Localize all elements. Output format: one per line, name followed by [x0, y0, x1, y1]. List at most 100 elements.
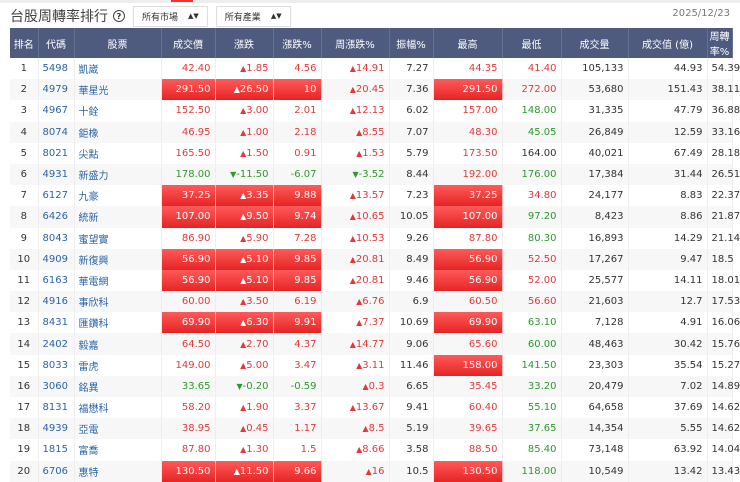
- market-select[interactable]: 所有市場 ▲▼: [133, 5, 208, 27]
- cell-code[interactable]: 8431: [38, 312, 75, 334]
- cell-code[interactable]: 6163: [38, 269, 75, 292]
- cell-stock[interactable]: 統新: [74, 206, 162, 228]
- cell-code[interactable]: 4931: [38, 163, 75, 186]
- cell-stock[interactable]: 事欣科: [74, 291, 162, 313]
- cell-code[interactable]: 6127: [38, 185, 75, 207]
- cell-price: 178.00: [161, 163, 216, 186]
- cell-value: 6163: [42, 274, 68, 286]
- cell-stock[interactable]: 富喬: [74, 439, 162, 461]
- column-header-turnover[interactable]: 周轉率%: [707, 28, 733, 58]
- cell-stock[interactable]: 華電網: [74, 269, 162, 292]
- table-row[interactable]: 5 8021 尖點 165.50 ▲1.50 0.91 ▲1.53 5.79 173.50 164…: [10, 142, 740, 164]
- cell-stock[interactable]: 九豪: [74, 185, 162, 207]
- cell-rank: 17: [10, 397, 39, 419]
- cell-value: 8033: [42, 359, 68, 371]
- cell-code[interactable]: 1815: [38, 439, 75, 461]
- table-row[interactable]: 17 8131 福懋科 58.20 ▲1.90 3.37 ▲13.67 9.41 60.40 55…: [10, 397, 740, 419]
- cell-stock[interactable]: 十銓: [74, 100, 162, 122]
- table-row[interactable]: 7 6127 九豪 37.25 ▲3.35 9.88 ▲13.57 7.23 37.25 34.8…: [10, 185, 740, 207]
- cell-value: 1.53: [362, 147, 385, 159]
- table-row[interactable]: 14 2402 毅嘉 64.50 ▲2.70 4.37 ▲14.77 9.06 65.60 60.…: [10, 333, 740, 355]
- column-header-change-pct[interactable]: 漲跌%: [273, 28, 322, 58]
- cell-stock[interactable]: 惠特: [74, 460, 162, 482]
- cell-code[interactable]: 8043: [38, 227, 75, 249]
- help-icon[interactable]: ?: [113, 10, 125, 22]
- cell-stock[interactable]: 凱崴: [74, 58, 162, 80]
- cell-price: 64.50: [161, 333, 216, 355]
- cell-code[interactable]: 3060: [38, 375, 75, 397]
- cell-stock[interactable]: 匯鑽科: [74, 312, 162, 334]
- cell-rank: 15: [10, 354, 39, 376]
- cell-value: 9.06: [406, 338, 429, 350]
- cell-code[interactable]: 8021: [38, 142, 75, 164]
- table-row[interactable]: 4 8074 鉅橡 46.95 ▲1.00 2.18 ▲8.55 7.07 48.30 45.05…: [10, 121, 740, 143]
- cell-stock[interactable]: 新盛力: [74, 163, 162, 186]
- cell-stock[interactable]: 尖點: [74, 142, 162, 164]
- cell-code[interactable]: 8033: [38, 354, 75, 376]
- cell-weekly-change-pct: ▲16: [321, 460, 390, 482]
- cell-high: 56.90: [433, 248, 503, 270]
- table-row[interactable]: 1 5498 凱崴 42.40 ▲1.85 4.56 ▲14.91 7.27 44.35 41.4…: [10, 58, 740, 80]
- column-header-weekly-change-pct[interactable]: 周漲跌%: [321, 28, 390, 58]
- table-row[interactable]: 15 8033 雷虎 149.00 ▲5.00 3.47 ▲3.11 11.46 158.00 1…: [10, 354, 740, 376]
- cell-value: 21.87: [711, 211, 740, 223]
- cell-code[interactable]: 4967: [38, 100, 75, 122]
- cell-code[interactable]: 6426: [38, 206, 75, 228]
- cell-code[interactable]: 4909: [38, 248, 75, 270]
- table-row[interactable]: 6 4931 新盛力 178.00 ▼-11.50 -6.07 ▼-3.52 8.44 192.…: [10, 163, 740, 186]
- cell-code[interactable]: 6706: [38, 460, 75, 482]
- cell-stock[interactable]: 福懋科: [74, 397, 162, 419]
- column-header-low[interactable]: 最低: [502, 28, 562, 58]
- table-row[interactable]: 18 4939 亞電 38.95 ▲0.45 1.17 ▲8.5 5.19 39.65 37.65…: [10, 418, 740, 440]
- cell-stock[interactable]: 亞電: [74, 418, 162, 440]
- cell-code[interactable]: 5498: [38, 58, 75, 80]
- cell-code[interactable]: 8131: [38, 397, 75, 419]
- table-row[interactable]: 11 6163 華電網 56.90 ▲5.10 9.85 ▲20.81 9.46 56.90 52…: [10, 269, 740, 292]
- table-row[interactable]: 9 8043 蜜望實 86.90 ▲5.90 7.28 ▲10.53 9.26 87.80 80.…: [10, 227, 740, 249]
- cell-rank: 11: [10, 269, 39, 292]
- table-row[interactable]: 8 6426 統新 107.00 ▲9.50 9.74 ▲10.65 10.05 107.00 9…: [10, 206, 740, 228]
- column-header-stock[interactable]: 股票: [74, 28, 162, 58]
- cell-code[interactable]: 4979: [38, 79, 75, 101]
- table-row[interactable]: 2 4979 華星光 291.50 ▲26.50 10 ▲20.45 7.36 291.50 27…: [10, 79, 740, 101]
- cell-stock[interactable]: 華星光: [74, 79, 162, 101]
- column-header-change[interactable]: 漲跌: [215, 28, 274, 58]
- cell-value: 8021: [42, 147, 68, 159]
- industry-select[interactable]: 所有產業 ▲▼: [215, 5, 291, 27]
- cell-code[interactable]: 2402: [38, 333, 75, 355]
- cell-value: 148.00: [521, 105, 557, 117]
- cell-code[interactable]: 4939: [38, 418, 75, 440]
- table-row[interactable]: 13 8431 匯鑽科 69.90 ▲6.30 9.91 ▲7.37 10.69 69.90 63…: [10, 312, 740, 334]
- cell-stock[interactable]: 鉅橡: [74, 121, 162, 143]
- cell-value: 14.11: [673, 274, 703, 286]
- column-header-value[interactable]: 成交值 (億): [628, 28, 708, 58]
- cell-rank: 16: [10, 375, 39, 397]
- cell-code[interactable]: 4916: [38, 291, 75, 313]
- cell-stock[interactable]: 毅嘉: [74, 333, 162, 355]
- table-row[interactable]: 12 4916 事欣科 60.00 ▲3.50 6.19 ▲6.76 6.9 60.50 56.6…: [10, 291, 740, 313]
- cell-low: 60.00: [502, 333, 562, 355]
- cell-amplitude: 9.46: [389, 269, 434, 292]
- cell-stock[interactable]: 新復興: [74, 248, 162, 270]
- table-row[interactable]: 20 6706 惠特 130.50 ▲11.50 9.66 ▲16 10.5 130.50 118…: [10, 460, 740, 482]
- column-header-volume[interactable]: 成交量: [561, 28, 629, 58]
- column-header-amplitude[interactable]: 振幅%: [389, 28, 434, 58]
- cell-stock[interactable]: 蜜望實: [74, 227, 162, 249]
- cell-value: 5.10: [246, 274, 269, 286]
- cell-stock[interactable]: 雷虎: [74, 354, 162, 376]
- cell-code[interactable]: 8074: [38, 121, 75, 143]
- cell-weekly-change-pct: ▲14.91: [321, 58, 390, 80]
- cell-amplitude: 7.36: [389, 79, 434, 101]
- table-row[interactable]: 19 1815 富喬 87.80 ▲1.30 1.5 ▲8.66 3.58 88.50 85.40…: [10, 439, 740, 461]
- table-row[interactable]: 10 4909 新復興 56.90 ▲5.10 9.85 ▲20.81 8.49 56.90 52…: [10, 248, 734, 270]
- column-header-rank[interactable]: 排名: [10, 28, 39, 58]
- table-row[interactable]: 16 3060 銘異 33.65 ▼-0.20 -0.59 ▲0.3 6.65 35.45 33.…: [10, 375, 740, 397]
- cell-change-pct: 4.56: [273, 58, 322, 80]
- cell-stock[interactable]: 銘異: [74, 375, 162, 397]
- table-row[interactable]: 3 4967 十銓 152.50 ▲3.00 2.01 ▲12.13 6.02 157.00 14…: [10, 100, 740, 122]
- cell-value: 107.00: [462, 211, 498, 223]
- column-header-price[interactable]: 成交價: [161, 28, 216, 58]
- column-header-high[interactable]: 最高: [433, 28, 503, 58]
- cell-value: 28.18: [711, 147, 740, 159]
- column-header-code[interactable]: 代碼: [38, 28, 75, 58]
